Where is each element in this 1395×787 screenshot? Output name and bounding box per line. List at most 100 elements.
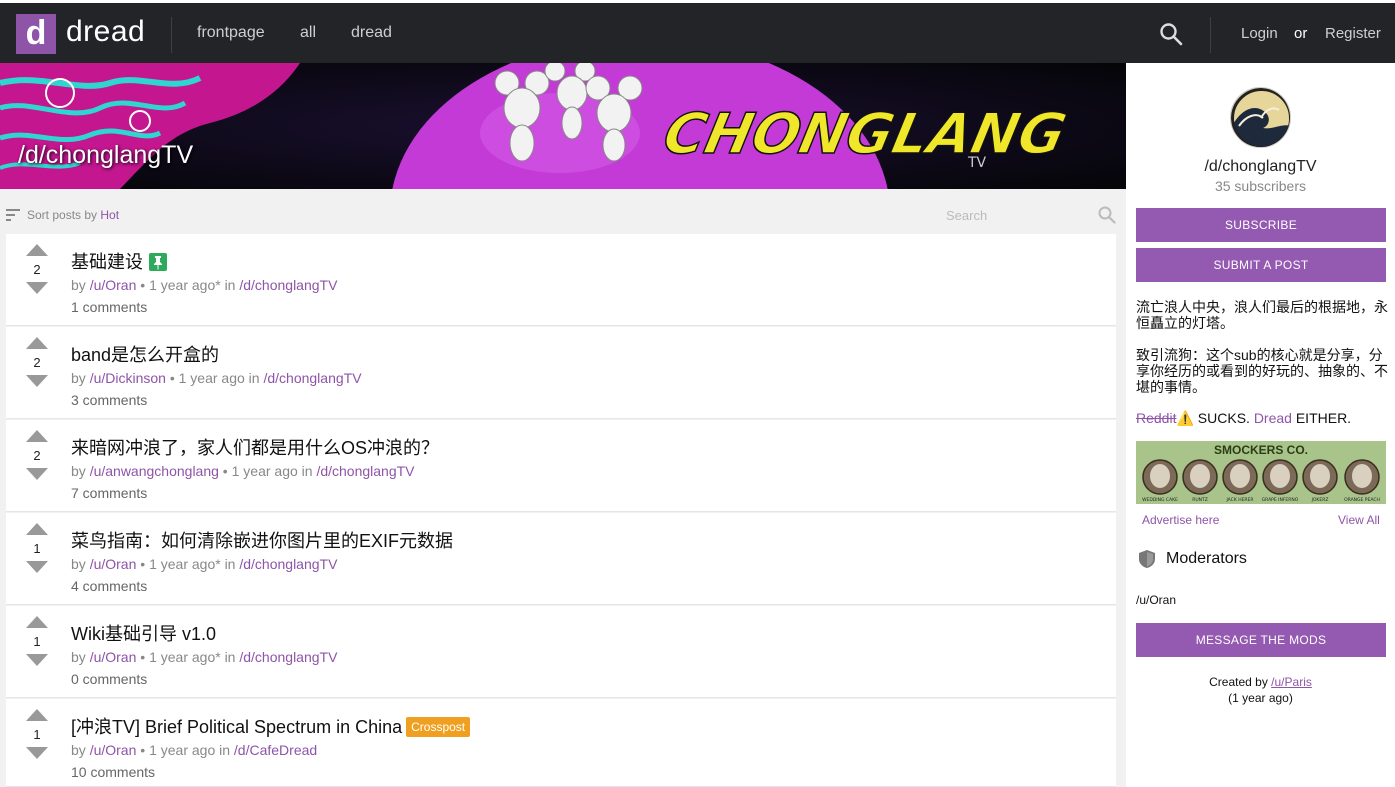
upvote-icon[interactable] xyxy=(26,244,48,256)
sort-icon[interactable] xyxy=(6,209,20,221)
post-comments-link[interactable]: 0 comments xyxy=(71,671,147,687)
post-comments-link[interactable]: 3 comments xyxy=(71,392,147,408)
post-comments-link[interactable]: 4 comments xyxy=(71,578,147,594)
post-author-link[interactable]: /u/Oran xyxy=(90,649,137,665)
post-score: 2 xyxy=(33,262,41,277)
search-icon[interactable] xyxy=(1098,206,1116,224)
post-meta: by /u/anwangchonglang • 1 year ago in /d… xyxy=(71,463,415,479)
svg-text:GRAPE INFERNO: GRAPE INFERNO xyxy=(1262,497,1299,503)
post-meta: by /u/Oran • 1 year ago* in /d/chonglang… xyxy=(71,649,338,665)
nav-frontpage[interactable]: frontpage xyxy=(197,24,265,42)
sidebar-subdread-name[interactable]: /d/chonglangTV xyxy=(1126,158,1395,176)
crosspost-badge: Crosspost xyxy=(406,717,471,737)
sort-bar: Sort posts by Hot xyxy=(0,200,1126,228)
post-title[interactable]: 来暗网冲浪了，家人们都是用什么OS冲浪的？ xyxy=(71,434,439,460)
downvote-icon[interactable] xyxy=(26,654,48,666)
post-meta: by /u/Oran • 1 year ago* in /d/chonglang… xyxy=(71,277,338,293)
reddit-strike: Reddit xyxy=(1136,410,1177,426)
post-title[interactable]: Wiki基础引导 v1.0 xyxy=(71,620,216,646)
banner-logo-sub: TV xyxy=(967,155,987,171)
post-item: 2 band是怎么开盒的 by /u/Dickinson • 1 year ag… xyxy=(6,327,1116,419)
warning-icon: ⚠️ xyxy=(1176,410,1194,426)
nav-all[interactable]: all xyxy=(300,24,316,42)
upvote-icon[interactable] xyxy=(26,709,48,721)
post-author-link[interactable]: /u/Oran xyxy=(90,556,137,572)
sidebar-description: 流亡浪人中央，浪人们最后的根据地，永恒矗立的灯塔。 xyxy=(1136,299,1388,331)
svg-text:JACK HERER: JACK HERER xyxy=(1225,497,1253,503)
post-sub-link[interactable]: /d/chonglangTV xyxy=(263,370,361,386)
post-sub-link[interactable]: /d/chonglangTV xyxy=(239,649,337,665)
moderator-link[interactable]: /u/Oran xyxy=(1136,593,1176,607)
post-author-link[interactable]: /u/Dickinson xyxy=(90,370,166,386)
downvote-icon[interactable] xyxy=(26,282,48,294)
site-name[interactable]: dread xyxy=(66,15,145,49)
svg-text:WEDDING CAKE: WEDDING CAKE xyxy=(1142,497,1178,503)
submit-post-button[interactable]: SUBMIT A POST xyxy=(1136,248,1386,282)
post-sub-link[interactable]: /d/CafeDread xyxy=(234,742,317,758)
post-meta: by /u/Dickinson • 1 year ago in /d/chong… xyxy=(71,370,362,386)
svg-text:JOKERZ: JOKERZ xyxy=(1311,497,1329,503)
post-title-text[interactable]: [冲浪TV] Brief Political Spectrum in China xyxy=(71,717,402,737)
created-by: Created by /u/Paris (1 year ago) xyxy=(1209,675,1312,705)
post-item: 1 [冲浪TV] Brief Political Spectrum in Chi… xyxy=(6,699,1116,787)
login-link[interactable]: Login xyxy=(1241,25,1278,42)
post-sub-link[interactable]: /d/chonglangTV xyxy=(316,463,414,479)
subdread-avatar xyxy=(1230,87,1291,148)
post-author-link[interactable]: /u/anwangchonglang xyxy=(90,463,219,479)
or-text: or xyxy=(1294,25,1308,42)
post-item: 2 来暗网冲浪了，家人们都是用什么OS冲浪的？ by /u/anwangchon… xyxy=(6,420,1116,512)
advertise-link[interactable]: Advertise here xyxy=(1142,513,1219,527)
upvote-icon[interactable] xyxy=(26,430,48,442)
post-title[interactable]: 基础建设 xyxy=(71,248,167,274)
post-item: 1 Wiki基础引导 v1.0 by /u/Oran • 1 year ago*… xyxy=(6,606,1116,698)
post-score: 1 xyxy=(33,727,41,742)
moderators-heading: Moderators xyxy=(1166,550,1247,567)
post-title[interactable]: band是怎么开盒的 xyxy=(71,341,219,367)
register-link[interactable]: Register xyxy=(1325,25,1381,42)
downvote-icon[interactable] xyxy=(26,468,48,480)
view-all-link[interactable]: View All xyxy=(1338,513,1380,527)
downvote-icon[interactable] xyxy=(26,375,48,387)
post-item: 1 菜鸟指南：如何清除嵌进你图片里的EXIF元数据 by /u/Oran • 1… xyxy=(6,513,1116,605)
downvote-icon[interactable] xyxy=(26,561,48,573)
post-title-text[interactable]: 基础建设 xyxy=(71,252,143,272)
search-icon[interactable] xyxy=(1159,22,1183,46)
post-meta: by /u/Oran • 1 year ago in /d/CafeDread xyxy=(71,742,318,758)
sort-dropdown[interactable]: Hot xyxy=(100,208,119,222)
search-posts-input[interactable] xyxy=(946,204,1096,226)
message-mods-button[interactable]: MESSAGE THE MODS xyxy=(1136,623,1386,657)
nav-divider xyxy=(1210,17,1211,53)
nav-dread[interactable]: dread xyxy=(351,24,392,42)
upvote-icon[interactable] xyxy=(26,337,48,349)
nav-divider xyxy=(171,17,172,53)
shield-icon xyxy=(1139,550,1155,568)
subscribe-button[interactable]: SUBSCRIBE xyxy=(1136,208,1386,242)
upvote-icon[interactable] xyxy=(26,616,48,628)
post-sub-link[interactable]: /d/chonglangTV xyxy=(239,277,337,293)
svg-text:ORANGE PEACH: ORANGE PEACH xyxy=(1344,497,1380,503)
post-title[interactable]: [冲浪TV] Brief Political Spectrum in China… xyxy=(71,713,471,739)
upvote-icon[interactable] xyxy=(26,523,48,535)
sidebar-tagline: Reddit⚠️ SUCKS. Dread EITHER. xyxy=(1136,410,1352,426)
ad-art: WEDDING CAKE RUNTZ JACK HERER GRAPE INFERN… xyxy=(1142,459,1380,503)
post-author-link[interactable]: /u/Oran xyxy=(90,277,137,293)
banner-logo-text: CHONGLANG xyxy=(658,102,1072,167)
downvote-icon[interactable] xyxy=(26,747,48,759)
sidebar: /d/chonglangTV 35 subscribers SUBSCRIBE … xyxy=(1126,63,1395,787)
post-comments-link[interactable]: 7 comments xyxy=(71,485,147,501)
post-comments-link[interactable]: 10 comments xyxy=(71,764,155,780)
post-comments-link[interactable]: 1 comments xyxy=(71,299,147,315)
post-author-link[interactable]: /u/Oran xyxy=(90,742,137,758)
dread-logo[interactable]: d xyxy=(16,14,56,54)
post-score: 2 xyxy=(33,448,41,463)
post-sub-link[interactable]: /d/chonglangTV xyxy=(239,556,337,572)
post-title[interactable]: 菜鸟指南：如何清除嵌进你图片里的EXIF元数据 xyxy=(71,527,453,553)
sort-label-text: Sort posts by xyxy=(27,208,101,222)
post-score: 2 xyxy=(33,355,41,370)
advertisement-banner[interactable]: SMOCKERS CO. WEDDING CAKE RUNTZ JACK HERE… xyxy=(1136,441,1386,504)
subscriber-count: 35 subscribers xyxy=(1214,178,1307,194)
sidebar-description: 致引流狗：这个sub的核心就是分享，分享你经历的或看到的好玩的、抽象的、不堪的事… xyxy=(1136,347,1388,395)
svg-text:RUNTZ: RUNTZ xyxy=(1192,497,1208,503)
subdread-title[interactable]: /d/chonglangTV xyxy=(18,141,193,170)
creator-link[interactable]: /u/Paris xyxy=(1271,675,1312,689)
